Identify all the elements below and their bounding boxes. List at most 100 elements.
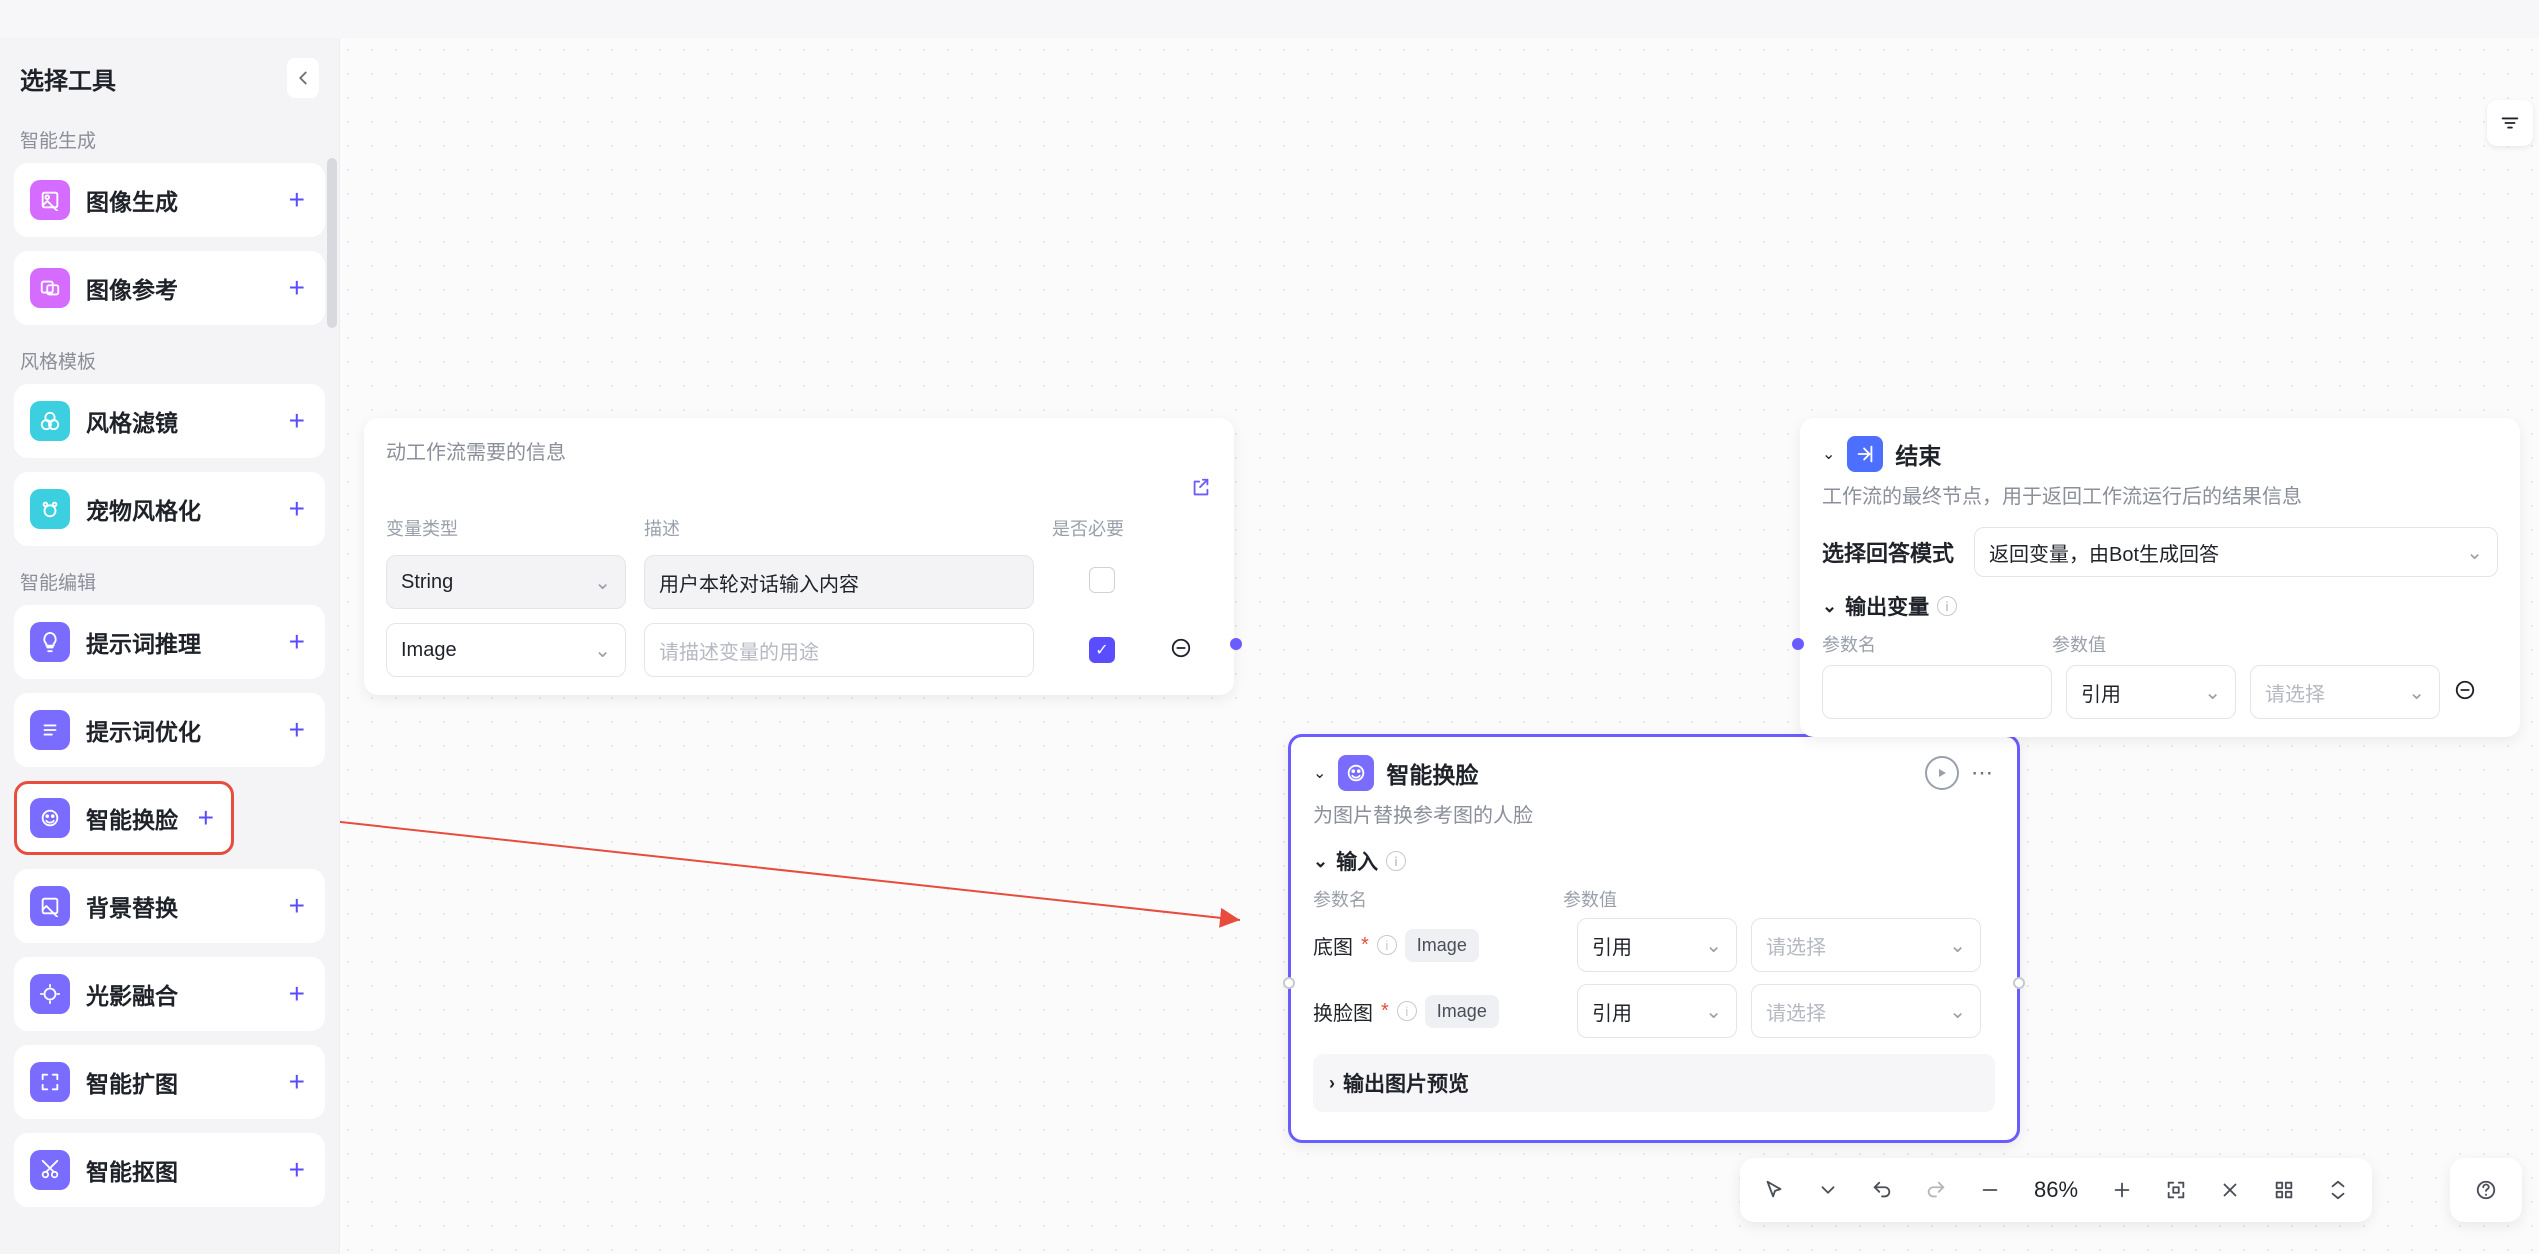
redo-button[interactable] [1916, 1170, 1956, 1210]
sidebar-scrollbar[interactable] [327, 158, 337, 328]
close-minimap-button[interactable] [2210, 1170, 2250, 1210]
plus-icon[interactable]: + [285, 184, 309, 216]
expand-icon [30, 1062, 70, 1102]
pet-icon [30, 489, 70, 529]
fit-view-button[interactable] [2156, 1170, 2196, 1210]
type-tag: Image [1425, 995, 1499, 1028]
light-icon [30, 974, 70, 1014]
answer-mode-select[interactable]: 返回变量，由Bot生成回答⌄ [1974, 527, 2498, 577]
undo-icon [1871, 1179, 1893, 1201]
help-button[interactable] [2466, 1170, 2506, 1210]
col-type: 变量类型 [386, 515, 626, 541]
node-desc: 为图片替换参考图的人脸 [1313, 799, 1995, 828]
output-name-input[interactable] [1822, 665, 2052, 719]
required-checkbox[interactable] [1089, 567, 1115, 593]
start-node[interactable]: 动工作流需要的信息 变量类型 描述 是否必要 String⌄ 用户本轮对话输入内… [364, 418, 1234, 695]
chevron-down-icon[interactable]: ⌄ [1822, 596, 1837, 617]
auto-arrange-button[interactable] [2318, 1170, 2358, 1210]
col-value: 参数值 [1563, 886, 1995, 912]
cursor-dropdown[interactable] [1808, 1170, 1848, 1210]
group-label: 智能编辑 [10, 560, 329, 605]
chevron-right-icon[interactable]: › [1329, 1073, 1335, 1094]
remove-row-button[interactable] [1170, 637, 1212, 664]
tool-label: 背景替换 [86, 889, 285, 923]
plus-icon[interactable]: + [285, 272, 309, 304]
plus-icon[interactable]: + [285, 714, 309, 746]
layout-button[interactable] [2264, 1170, 2304, 1210]
redo-icon [1925, 1179, 1947, 1201]
node-input-handle[interactable] [1792, 638, 1804, 650]
var-desc-input[interactable]: 用户本轮对话输入内容 [644, 555, 1034, 609]
value-select[interactable]: 请选择⌄ [2250, 665, 2440, 719]
face-swap-node[interactable]: ⌄ 智能换脸 ⋯ 为图片替换参考图的人脸 ⌄输入i 参数名 参数值 底图*iIm… [1288, 734, 2020, 1143]
node-input-handle[interactable] [1283, 977, 1295, 989]
list-icon [30, 710, 70, 750]
zoom-out-button[interactable] [1970, 1170, 2010, 1210]
section-title: 输出图片预览 [1343, 1068, 1469, 1098]
node-output-handle[interactable] [2013, 977, 2025, 989]
chevron-down-icon[interactable]: ⌄ [1313, 851, 1328, 872]
sidebar-item-prompt-infer[interactable]: 提示词推理 + [14, 605, 325, 679]
var-type-select[interactable]: Image⌄ [386, 623, 626, 677]
sidebar-item-image-gen[interactable]: 图像生成 + [14, 163, 325, 237]
sidebar-item-image-ref[interactable]: 图像参考 + [14, 251, 325, 325]
chevron-down-icon[interactable]: ⌄ [1822, 444, 1835, 464]
plus-icon[interactable]: + [285, 626, 309, 658]
image-gen-icon [30, 180, 70, 220]
plus-icon[interactable]: + [194, 802, 218, 834]
cursor-icon [1763, 1179, 1785, 1201]
end-node[interactable]: ⌄ 结束 工作流的最终节点，用于返回工作流运行后的结果信息 选择回答模式 返回变… [1800, 418, 2520, 737]
sidebar-item-prompt-opt[interactable]: 提示词优化 + [14, 693, 325, 767]
var-desc-input[interactable]: 请描述变量的用途 [644, 623, 1034, 677]
mode-label: 选择回答模式 [1822, 536, 1954, 568]
plus-icon[interactable]: + [285, 978, 309, 1010]
zoom-in-button[interactable] [2102, 1170, 2142, 1210]
tool-label: 提示词优化 [86, 713, 285, 747]
cursor-tool-button[interactable] [1754, 1170, 1794, 1210]
plus-icon[interactable]: + [285, 493, 309, 525]
run-node-button[interactable] [1925, 756, 1959, 790]
undo-button[interactable] [1862, 1170, 1902, 1210]
plus-icon[interactable]: + [285, 1066, 309, 1098]
param-label: 换脸图 [1313, 997, 1373, 1026]
node-output-handle[interactable] [1230, 638, 1242, 650]
info-icon[interactable]: i [1386, 851, 1406, 871]
chevron-down-icon[interactable]: ⌄ [1313, 763, 1326, 783]
value-select[interactable]: 请选择⌄ [1751, 984, 1981, 1038]
sidebar-item-light-blend[interactable]: 光影融合 + [14, 957, 325, 1031]
plus-icon[interactable]: + [285, 1154, 309, 1186]
sidebar-item-pet-style[interactable]: 宠物风格化 + [14, 472, 325, 546]
info-icon[interactable]: i [1937, 596, 1957, 616]
plus-icon[interactable]: + [285, 405, 309, 437]
face-icon [30, 798, 70, 838]
tool-label: 宠物风格化 [86, 492, 285, 526]
info-icon[interactable]: i [1377, 935, 1397, 955]
arrange-icon [2327, 1179, 2349, 1201]
sidebar-item-face-swap[interactable]: 智能换脸 + [14, 781, 234, 855]
remove-row-button[interactable] [2454, 679, 2494, 706]
value-select[interactable]: 请选择⌄ [1751, 918, 1981, 972]
node-more-button[interactable]: ⋯ [1971, 760, 1995, 786]
canvas-filter-button[interactable] [2487, 100, 2533, 146]
sidebar-item-style-filter[interactable]: 风格滤镜 + [14, 384, 325, 458]
end-icon [1847, 436, 1883, 472]
sidebar-collapse-button[interactable] [287, 58, 319, 98]
chevron-left-icon [292, 67, 314, 89]
plus-icon[interactable]: + [285, 890, 309, 922]
ref-mode-select[interactable]: 引用⌄ [1577, 984, 1737, 1038]
param-label: 底图 [1313, 931, 1353, 960]
ref-mode-select[interactable]: 引用⌄ [2066, 665, 2236, 719]
sidebar-item-smart-expand[interactable]: 智能扩图 + [14, 1045, 325, 1119]
import-icon[interactable] [1190, 477, 1212, 505]
close-icon [2219, 1179, 2241, 1201]
sidebar-item-smart-cutout[interactable]: 智能抠图 + [14, 1133, 325, 1207]
node-title: 结束 [1895, 437, 1941, 471]
info-icon[interactable]: i [1397, 1001, 1417, 1021]
ref-mode-select[interactable]: 引用⌄ [1577, 918, 1737, 972]
image-ref-icon [30, 268, 70, 308]
var-type-select[interactable]: String⌄ [386, 555, 626, 609]
required-checkbox[interactable]: ✓ [1089, 637, 1115, 663]
tool-label: 风格滤镜 [86, 404, 285, 438]
sidebar-item-bg-replace[interactable]: 背景替换 + [14, 869, 325, 943]
zoom-level[interactable]: 86% [2024, 1177, 2088, 1203]
